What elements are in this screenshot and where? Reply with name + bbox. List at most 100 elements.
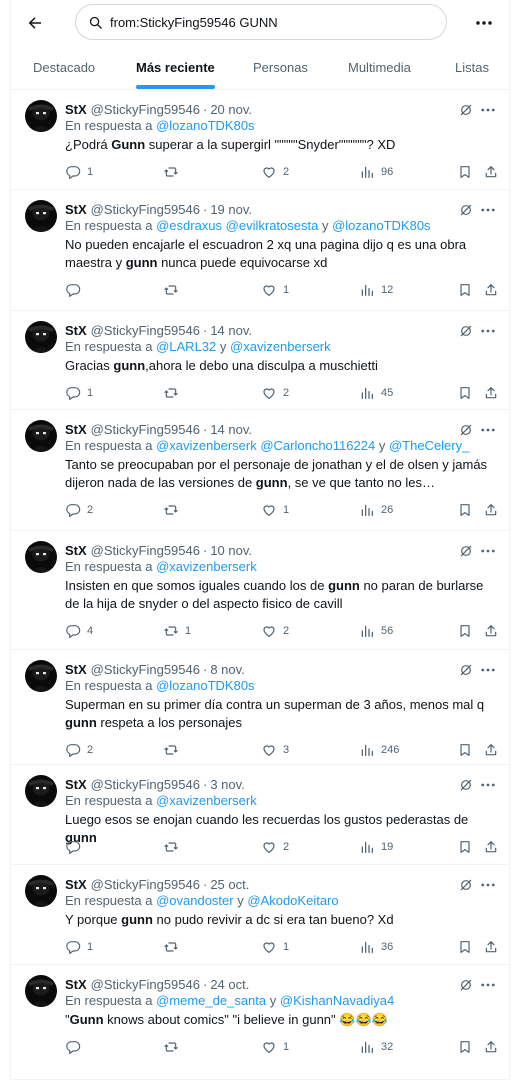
like-button[interactable]: 1 [261, 937, 289, 957]
repost-button[interactable] [163, 162, 185, 182]
tweet[interactable]: StX @StickyFing59546 · 24 oct. En respuesta … [11, 965, 509, 1080]
repost-button[interactable] [163, 837, 185, 857]
repost-button[interactable] [163, 740, 185, 760]
bookmark-button[interactable] [457, 937, 473, 957]
grok-icon[interactable] [457, 201, 475, 219]
author-name[interactable]: StX [65, 777, 87, 792]
author-name[interactable]: StX [65, 877, 87, 892]
tweet-more-icon[interactable] [479, 421, 497, 439]
reply-button[interactable]: 4 [65, 621, 93, 641]
author-name[interactable]: StX [65, 543, 87, 558]
tweet[interactable]: StX @StickyFing59546 · 10 nov. En respuesta … [11, 531, 509, 650]
views-button[interactable]: 56 [359, 621, 393, 641]
share-button[interactable] [483, 1037, 499, 1057]
like-button[interactable]: 1 [261, 500, 289, 520]
tweet-date[interactable]: 8 nov. [210, 662, 244, 677]
author-handle[interactable]: @StickyFing59546 [91, 543, 200, 558]
repost-button[interactable] [163, 280, 185, 300]
bookmark-button[interactable] [457, 280, 473, 300]
reply-mention-link[interactable]: @LARL32 [156, 339, 216, 354]
search-input[interactable] [110, 14, 430, 30]
avatar[interactable] [25, 420, 57, 452]
reply-mention-link[interactable]: @meme_de_santa [156, 993, 266, 1008]
reply-mention-link[interactable]: @evilkratosesta [226, 218, 319, 233]
bookmark-button[interactable] [457, 621, 473, 641]
repost-button[interactable]: 1 [163, 621, 191, 641]
author-name[interactable]: StX [65, 662, 87, 677]
tweet-date[interactable]: 3 nov. [210, 777, 244, 792]
tweet[interactable]: StX @StickyFing59546 · 19 nov. En respuesta … [11, 190, 509, 311]
tweet-more-icon[interactable] [479, 101, 497, 119]
tweet-more-icon[interactable] [479, 661, 497, 679]
views-button[interactable]: 19 [359, 837, 393, 857]
tweet-more-icon[interactable] [479, 542, 497, 560]
avatar[interactable] [25, 875, 57, 907]
reply-mention-link[interactable]: @AkodoKeitaro [247, 893, 338, 908]
like-button[interactable]: 1 [261, 1037, 289, 1057]
tweet[interactable]: StX @StickyFing59546 · 8 nov. En respuesta a… [11, 650, 509, 765]
repost-button[interactable] [163, 500, 185, 520]
reply-mention-link[interactable]: @lozanoTDK80s [156, 678, 254, 693]
avatar[interactable] [25, 200, 57, 232]
bookmark-button[interactable] [457, 837, 473, 857]
reply-mention-link[interactable]: @xavizenberserk [156, 559, 257, 574]
grok-icon[interactable] [457, 421, 475, 439]
views-button[interactable]: 26 [359, 500, 393, 520]
tweet-date[interactable]: 14 nov. [210, 422, 252, 437]
bookmark-button[interactable] [457, 383, 473, 403]
like-button[interactable]: 2 [261, 383, 289, 403]
like-button[interactable]: 3 [261, 740, 289, 760]
author-handle[interactable]: @StickyFing59546 [91, 102, 200, 117]
tweet[interactable]: StX @StickyFing59546 · 3 nov. En respuesta a… [11, 765, 509, 865]
more-options-button[interactable] [473, 12, 495, 34]
repost-button[interactable] [163, 1037, 185, 1057]
author-name[interactable]: StX [65, 977, 87, 992]
views-button[interactable]: 32 [359, 1037, 393, 1057]
views-button[interactable]: 45 [359, 383, 393, 403]
grok-icon[interactable] [457, 101, 475, 119]
reply-button[interactable]: 1 [65, 162, 93, 182]
search-box[interactable] [75, 4, 447, 40]
tweet[interactable]: StX @StickyFing59546 · 14 nov. En respuesta … [11, 311, 509, 410]
tweet-more-icon[interactable] [479, 876, 497, 894]
grok-icon[interactable] [457, 976, 475, 994]
tweet-more-icon[interactable] [479, 976, 497, 994]
avatar[interactable] [25, 321, 57, 353]
author-handle[interactable]: @StickyFing59546 [91, 877, 200, 892]
author-handle[interactable]: @StickyFing59546 [91, 662, 200, 677]
reply-mention-link[interactable]: @lozanoTDK80s [332, 218, 430, 233]
reply-mention-link[interactable]: @xavizenberserk [156, 438, 257, 453]
author-handle[interactable]: @StickyFing59546 [91, 202, 200, 217]
tab-mas-reciente[interactable]: Más reciente [136, 44, 215, 90]
grok-icon[interactable] [457, 661, 475, 679]
reply-mention-link[interactable]: @Carloncho116224 [260, 438, 375, 453]
tab-destacado[interactable]: Destacado [33, 44, 95, 90]
reply-mention-link[interactable]: @xavizenberserk [156, 793, 257, 808]
tweet[interactable]: StX @StickyFing59546 · 20 nov. En respuesta … [11, 90, 509, 190]
reply-mention-link[interactable]: @lozanoTDK80s [156, 118, 254, 133]
tweet-date[interactable]: 19 nov. [210, 202, 252, 217]
back-button[interactable] [21, 9, 49, 37]
tab-listas[interactable]: Listas [455, 44, 489, 90]
reply-mention-link[interactable]: @esdraxus [156, 218, 222, 233]
grok-icon[interactable] [457, 322, 475, 340]
share-button[interactable] [483, 621, 499, 641]
reply-button[interactable] [65, 280, 87, 300]
views-button[interactable]: 36 [359, 937, 393, 957]
author-name[interactable]: StX [65, 102, 87, 117]
share-button[interactable] [483, 280, 499, 300]
author-handle[interactable]: @StickyFing59546 [91, 977, 200, 992]
author-name[interactable]: StX [65, 422, 87, 437]
author-handle[interactable]: @StickyFing59546 [91, 323, 200, 338]
share-button[interactable] [483, 837, 499, 857]
like-button[interactable]: 2 [261, 162, 289, 182]
bookmark-button[interactable] [457, 1037, 473, 1057]
reply-button[interactable]: 1 [65, 937, 93, 957]
share-button[interactable] [483, 162, 499, 182]
tweet-date[interactable]: 25 oct. [210, 877, 249, 892]
author-handle[interactable]: @StickyFing59546 [91, 777, 200, 792]
reply-mention-link[interactable]: @TheCelery_ [389, 438, 469, 453]
share-button[interactable] [483, 740, 499, 760]
repost-button[interactable] [163, 937, 185, 957]
bookmark-button[interactable] [457, 740, 473, 760]
